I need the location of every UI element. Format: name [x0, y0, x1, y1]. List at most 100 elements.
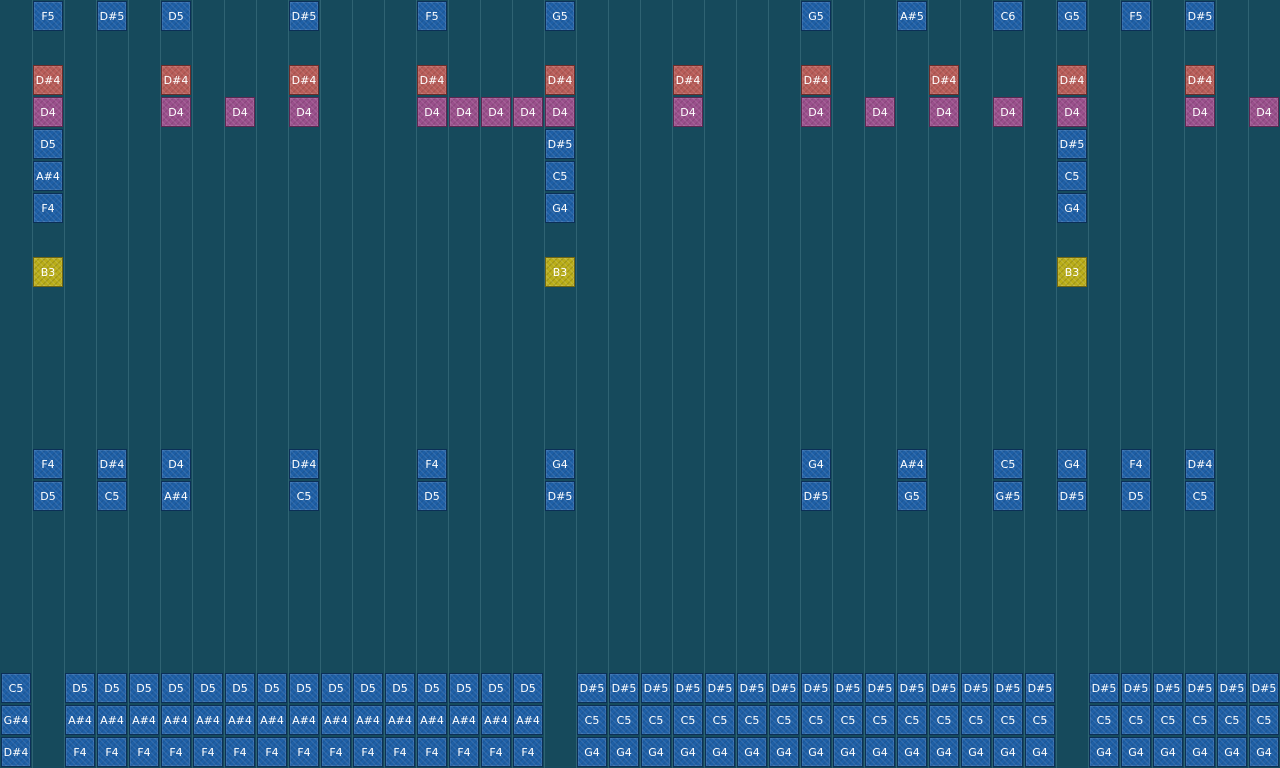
- chord-note-top[interactable]: D#5: [833, 673, 863, 703]
- chord-note-mid[interactable]: C5: [1025, 705, 1055, 735]
- note-block[interactable]: A#5: [897, 1, 927, 31]
- note-block[interactable]: D#4: [289, 449, 319, 479]
- chord-note-top[interactable]: D#5: [705, 673, 735, 703]
- note-block[interactable]: G4: [1057, 449, 1087, 479]
- note-block[interactable]: D5: [33, 481, 63, 511]
- chord-note-bottom[interactable]: F4: [257, 737, 287, 767]
- chord-note-mid[interactable]: C5: [769, 705, 799, 735]
- note-block[interactable]: D4: [417, 97, 447, 127]
- note-block[interactable]: A#4: [161, 481, 191, 511]
- note-block[interactable]: G4: [801, 449, 831, 479]
- note-block[interactable]: D#5: [289, 1, 319, 31]
- chord-note-top[interactable]: D5: [481, 673, 511, 703]
- chord-note-top[interactable]: D5: [513, 673, 543, 703]
- note-block[interactable]: C5: [97, 481, 127, 511]
- note-block[interactable]: G#5: [993, 481, 1023, 511]
- chord-note-bottom[interactable]: G4: [1153, 737, 1183, 767]
- note-block[interactable]: C5: [993, 449, 1023, 479]
- note-block[interactable]: B3: [33, 257, 63, 287]
- chord-note-mid[interactable]: C5: [993, 705, 1023, 735]
- chord-note-top[interactable]: D#5: [993, 673, 1023, 703]
- sequencer-grid[interactable]: F5 D#5 D5 D#5 F5 G5 G5 A#5 C6 G5 F5 D#5 D#4 D#4 D#4 D#4…: [0, 0, 1280, 768]
- chord-note-top[interactable]: D5: [129, 673, 159, 703]
- chord-note-bottom[interactable]: G4: [929, 737, 959, 767]
- chord-note-mid[interactable]: C5: [897, 705, 927, 735]
- note-block[interactable]: D5: [417, 481, 447, 511]
- chord-note-bottom[interactable]: F4: [129, 737, 159, 767]
- note-block[interactable]: G4: [545, 449, 575, 479]
- chord-note-top[interactable]: D#5: [897, 673, 927, 703]
- note-block[interactable]: G4: [1057, 193, 1087, 223]
- chord-note-bottom[interactable]: D#4: [1, 737, 31, 767]
- chord-note-bottom[interactable]: G4: [1185, 737, 1215, 767]
- chord-note-top[interactable]: D5: [417, 673, 447, 703]
- note-block[interactable]: F5: [417, 1, 447, 31]
- chord-note-bottom[interactable]: G4: [577, 737, 607, 767]
- chord-note-mid[interactable]: G#4: [1, 705, 31, 735]
- chord-note-top[interactable]: D#5: [801, 673, 831, 703]
- note-block[interactable]: D#4: [801, 65, 831, 95]
- chord-note-top[interactable]: D5: [193, 673, 223, 703]
- chord-note-mid[interactable]: C5: [641, 705, 671, 735]
- note-block[interactable]: D#4: [545, 65, 575, 95]
- chord-note-mid[interactable]: A#4: [289, 705, 319, 735]
- chord-note-top[interactable]: D#5: [865, 673, 895, 703]
- chord-note-mid[interactable]: A#4: [321, 705, 351, 735]
- chord-note-mid[interactable]: C5: [1217, 705, 1247, 735]
- chord-note-bottom[interactable]: G4: [801, 737, 831, 767]
- note-block[interactable]: C5: [289, 481, 319, 511]
- chord-note-mid[interactable]: C5: [673, 705, 703, 735]
- chord-note-top[interactable]: C5: [1, 673, 31, 703]
- note-block[interactable]: D4: [1185, 97, 1215, 127]
- note-block[interactable]: D#4: [161, 65, 191, 95]
- note-block[interactable]: B3: [1057, 257, 1087, 287]
- chord-note-bottom[interactable]: F4: [417, 737, 447, 767]
- chord-note-mid[interactable]: C5: [1089, 705, 1119, 735]
- chord-note-bottom[interactable]: F4: [385, 737, 415, 767]
- chord-note-mid[interactable]: C5: [1153, 705, 1183, 735]
- note-block[interactable]: D4: [449, 97, 479, 127]
- chord-note-top[interactable]: D5: [449, 673, 479, 703]
- chord-note-mid[interactable]: C5: [609, 705, 639, 735]
- note-block[interactable]: D#4: [97, 449, 127, 479]
- note-block[interactable]: F4: [417, 449, 447, 479]
- chord-note-top[interactable]: D#5: [673, 673, 703, 703]
- chord-note-mid[interactable]: C5: [1249, 705, 1279, 735]
- chord-note-bottom[interactable]: G4: [769, 737, 799, 767]
- note-block[interactable]: D4: [801, 97, 831, 127]
- note-block[interactable]: C5: [1057, 161, 1087, 191]
- chord-note-mid[interactable]: C5: [961, 705, 991, 735]
- chord-note-top[interactable]: D5: [385, 673, 415, 703]
- note-block[interactable]: D#5: [1185, 1, 1215, 31]
- chord-note-bottom[interactable]: G4: [833, 737, 863, 767]
- chord-note-mid[interactable]: A#4: [161, 705, 191, 735]
- note-block[interactable]: D4: [1057, 97, 1087, 127]
- chord-note-mid[interactable]: C5: [577, 705, 607, 735]
- chord-note-bottom[interactable]: F4: [289, 737, 319, 767]
- note-block[interactable]: D4: [993, 97, 1023, 127]
- chord-note-bottom[interactable]: F4: [193, 737, 223, 767]
- chord-note-top[interactable]: D5: [65, 673, 95, 703]
- chord-note-mid[interactable]: C5: [929, 705, 959, 735]
- note-block[interactable]: F4: [33, 449, 63, 479]
- chord-note-mid[interactable]: C5: [1121, 705, 1151, 735]
- chord-note-bottom[interactable]: G4: [705, 737, 735, 767]
- chord-note-top[interactable]: D#5: [737, 673, 767, 703]
- chord-note-bottom[interactable]: G4: [961, 737, 991, 767]
- note-block[interactable]: D#4: [33, 65, 63, 95]
- note-block[interactable]: D4: [289, 97, 319, 127]
- note-block[interactable]: D4: [545, 97, 575, 127]
- note-block[interactable]: C5: [1185, 481, 1215, 511]
- chord-note-mid[interactable]: A#4: [225, 705, 255, 735]
- note-block[interactable]: F5: [1121, 1, 1151, 31]
- chord-note-top[interactable]: D#5: [929, 673, 959, 703]
- chord-note-bottom[interactable]: G4: [1249, 737, 1279, 767]
- chord-note-top[interactable]: D5: [97, 673, 127, 703]
- chord-note-bottom[interactable]: F4: [97, 737, 127, 767]
- chord-note-bottom[interactable]: G4: [1025, 737, 1055, 767]
- chord-note-bottom[interactable]: F4: [513, 737, 543, 767]
- chord-note-top[interactable]: D5: [257, 673, 287, 703]
- chord-note-mid[interactable]: A#4: [417, 705, 447, 735]
- chord-note-top[interactable]: D#5: [769, 673, 799, 703]
- note-block[interactable]: D4: [865, 97, 895, 127]
